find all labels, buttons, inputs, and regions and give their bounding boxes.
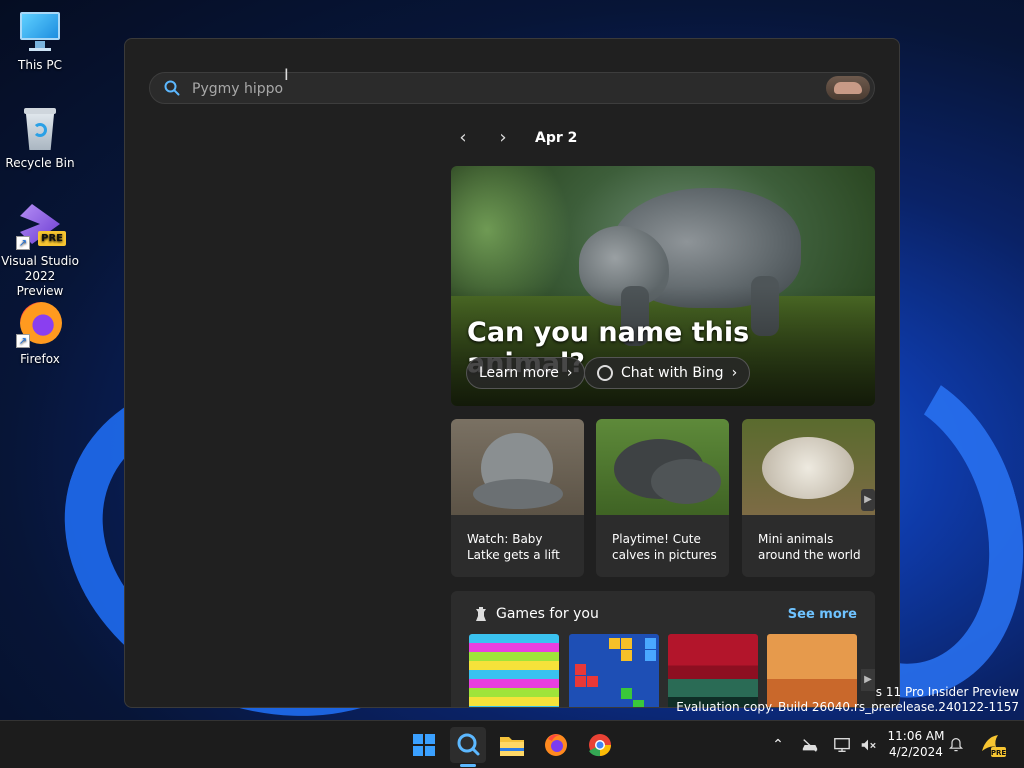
chrome-icon <box>589 734 611 757</box>
desktop-icon-label: Visual Studio 2022 Preview <box>1 254 79 298</box>
chat-with-bing-button[interactable]: Chat with Bing › <box>584 357 751 389</box>
taskbar: ⌃ 11:06 AM 4/2/2024 PRE <box>0 720 1024 768</box>
games-title: Games for you <box>496 606 599 622</box>
network-icon[interactable] <box>798 721 822 768</box>
evaluation-watermark: Evaluation copy. Build 26040.rs_prerelea… <box>676 700 1019 714</box>
taskbar-search-button[interactable] <box>450 727 486 763</box>
clock-time: 11:06 AM <box>887 729 945 743</box>
highlights-date: Apr 2 <box>535 130 578 146</box>
next-day-button[interactable]: › <box>491 127 515 149</box>
visual-studio-icon: PRE ↗ <box>16 202 66 250</box>
display-icon[interactable] <box>830 721 854 768</box>
hippo-thumbnail-icon[interactable] <box>826 76 870 100</box>
taskbar-file-explorer[interactable] <box>494 727 530 763</box>
highlights-date-bar: ‹ › Apr 2 <box>451 127 577 149</box>
game-piece-icon <box>476 607 486 621</box>
recycle-bin-icon <box>20 106 60 152</box>
firefox-icon: ↗ <box>16 300 64 348</box>
evaluation-watermark: s 11 Pro Insider Preview <box>875 685 1019 699</box>
search-box[interactable] <box>149 72 875 104</box>
search-flyout: I ‹ › Apr 2 Can you name this animal? Le… <box>124 38 900 708</box>
desktop-icon-label: This PC <box>18 58 62 72</box>
desktop-icon-firefox[interactable]: ↗ Firefox <box>0 300 80 367</box>
previous-day-button[interactable]: ‹ <box>451 127 475 149</box>
games-next-button[interactable]: ▶ <box>861 669 875 691</box>
hedgehog-image <box>742 419 875 515</box>
folder-icon <box>500 737 524 756</box>
learn-more-button[interactable]: Learn more › <box>466 357 586 389</box>
baby-hippo-image <box>451 419 584 515</box>
computer-icon <box>18 10 62 54</box>
game-tile[interactable] <box>569 634 659 707</box>
search-icon <box>457 733 480 756</box>
bell-icon <box>948 737 964 752</box>
cards-next-button[interactable]: ▶ <box>861 489 875 511</box>
notifications-button[interactable] <box>946 721 966 768</box>
desktop-icon-this-pc[interactable]: This PC <box>0 10 80 73</box>
insider-preview-icon[interactable]: PRE <box>978 731 1006 759</box>
see-more-link[interactable]: See more <box>788 607 857 622</box>
desktop-icon-recycle-bin[interactable]: Recycle Bin <box>0 106 80 171</box>
active-app-indicator <box>460 764 476 767</box>
desktop-icon-visual-studio[interactable]: PRE ↗ Visual Studio 2022 Preview <box>0 202 80 299</box>
taskbar-firefox[interactable] <box>538 727 574 763</box>
games-section: Games for you See more ▶ <box>451 591 875 707</box>
windows-logo-icon <box>413 734 435 756</box>
chat-bubble-icon <box>597 365 613 381</box>
taskbar-chrome[interactable] <box>582 727 618 763</box>
game-tile[interactable] <box>767 634 857 707</box>
chevron-right-icon: › <box>731 365 738 381</box>
start-button[interactable] <box>406 727 442 763</box>
news-cards: Watch: Baby Latke gets a lift Playtime! … <box>451 419 875 577</box>
news-card-caption: Playtime! Cute calves in pictures <box>612 532 717 562</box>
news-card[interactable]: Playtime! Cute calves in pictures <box>596 419 729 577</box>
firefox-icon <box>545 734 567 756</box>
game-tile[interactable] <box>668 634 758 707</box>
desktop-icon-label: Firefox <box>20 352 60 366</box>
news-card[interactable]: Mini animals around the world ▶ <box>742 419 875 577</box>
show-hidden-icons-button[interactable]: ⌃ <box>768 721 788 768</box>
svg-text:PRE: PRE <box>991 749 1006 757</box>
game-tile[interactable] <box>469 634 559 707</box>
news-card-caption: Mini animals around the world <box>758 532 861 562</box>
news-card[interactable]: Watch: Baby Latke gets a lift <box>451 419 584 577</box>
desktop-icon-label: Recycle Bin <box>5 156 75 170</box>
clock[interactable]: 11:06 AM 4/2/2024 <box>884 728 948 760</box>
search-icon <box>164 80 180 96</box>
hero-card[interactable]: Can you name this animal? Learn more › C… <box>451 166 875 406</box>
news-card-caption: Watch: Baby Latke gets a lift <box>467 532 560 562</box>
text-cursor-icon: I <box>284 65 289 84</box>
search-input[interactable] <box>192 78 792 100</box>
chevron-right-icon: › <box>566 365 573 381</box>
chevron-up-icon: ⌃ <box>772 737 784 753</box>
clock-date: 4/2/2024 <box>889 745 943 759</box>
hippo-calves-image <box>596 419 729 515</box>
volume-muted-icon[interactable] <box>856 721 880 768</box>
